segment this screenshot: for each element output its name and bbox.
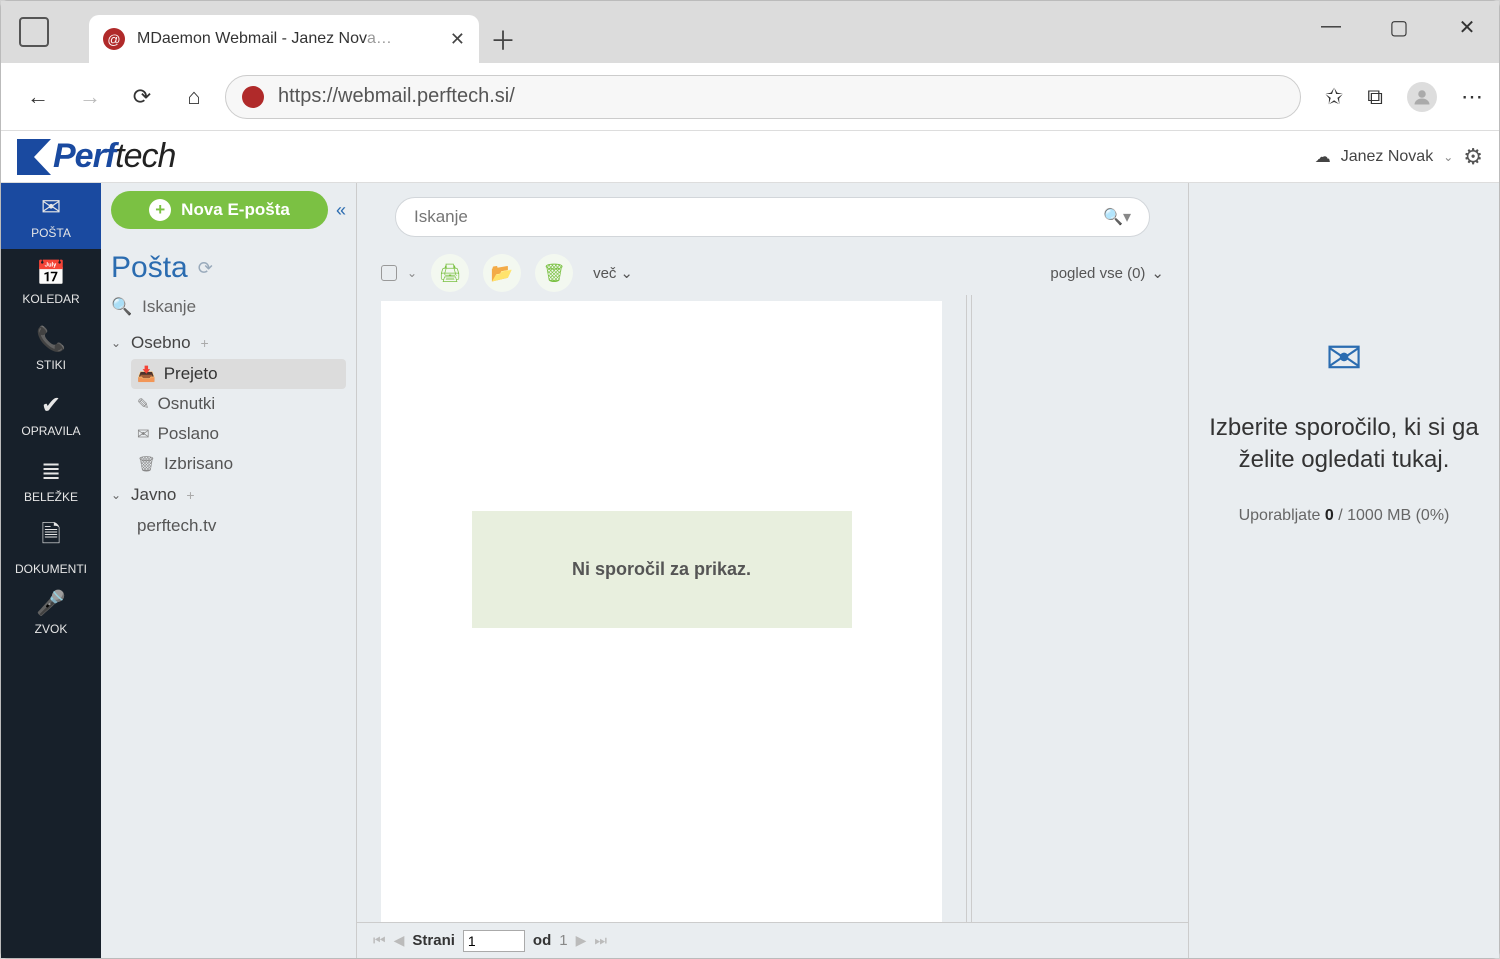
url-text: https://webmail.perftech.si/ <box>278 85 515 108</box>
folder-group-public[interactable]: ⌄ Javno + <box>111 479 346 511</box>
close-window-button[interactable]: ✕ <box>1455 15 1479 40</box>
select-all-checkbox[interactable] <box>381 265 397 281</box>
new-tab-button[interactable]: ＋ <box>479 15 527 63</box>
profile-avatar[interactable] <box>1407 82 1437 112</box>
list-toolbar: ⌄ 🖨 📂 🗑 več⌄ pogled vse (0)⌄ <box>357 251 1188 295</box>
folder-group-personal[interactable]: ⌄ Osebno + <box>111 327 346 359</box>
nav-refresh-button[interactable]: ⟳ <box>121 76 163 118</box>
refresh-icon[interactable]: ⟳ <box>198 258 213 279</box>
document-icon: 🗎 <box>41 517 60 558</box>
list-icon: ≣ <box>41 457 61 486</box>
chevron-down-icon: ⌄ <box>620 264 633 282</box>
account-chevron-icon[interactable]: ⌄ <box>1443 150 1453 164</box>
delete-button[interactable]: 🗑 <box>535 254 573 292</box>
envelope-icon: ✉ <box>41 193 61 222</box>
account-icon: ☁ <box>1315 147 1331 167</box>
search-box[interactable]: 🔍▾ <box>395 197 1150 237</box>
collections-icon[interactable]: ⧉ <box>1367 84 1383 110</box>
envelope-icon: ✉ <box>1326 333 1363 384</box>
window-controls: — ▢ ✕ <box>1319 15 1479 40</box>
rail-item-tasks[interactable]: ✔ OPRAVILA <box>1 381 101 447</box>
add-folder-icon[interactable]: + <box>201 335 209 351</box>
empty-state: Ni sporočil za prikaz. <box>472 511 852 628</box>
mic-icon: 🎤 <box>36 589 66 618</box>
print-button[interactable]: 🖨 <box>431 254 469 292</box>
compose-button[interactable]: + Nova E-pošta <box>111 191 328 229</box>
rail-item-calendar[interactable]: 📅 KOLEDAR <box>1 249 101 315</box>
more-menu-icon[interactable]: ⋯ <box>1461 84 1483 110</box>
pager-next-button[interactable]: ▶ <box>576 932 587 949</box>
select-all-chevron-icon[interactable]: ⌄ <box>407 266 417 280</box>
sent-icon: ✉ <box>137 425 150 443</box>
chevron-down-icon: ⌄ <box>1151 264 1164 282</box>
collapse-sidebar-icon[interactable]: « <box>336 200 346 221</box>
pager: ⏮ ◀ Strani od 1 ▶ ⏭ <box>357 922 1188 958</box>
url-field[interactable]: https://webmail.perftech.si/ <box>225 75 1301 119</box>
rail-item-mail[interactable]: ✉ POŠTA <box>1 183 101 249</box>
browser-urlbar: ← → ⟳ ⌂ https://webmail.perftech.si/ ✩ ⧉… <box>1 63 1499 131</box>
pager-total: 1 <box>559 932 567 949</box>
rail-item-notes[interactable]: ≣ BELEŽKE <box>1 447 101 513</box>
more-actions-dropdown[interactable]: več⌄ <box>593 264 633 282</box>
folder-inbox[interactable]: 📥 Prejeto <box>131 359 346 389</box>
trash-icon: 🗑 <box>137 455 156 473</box>
section-title: Pošta ⟳ <box>111 251 346 285</box>
search-icon: 🔍 <box>111 297 132 317</box>
pager-page-input[interactable] <box>463 930 525 952</box>
pager-label: Strani <box>412 932 455 949</box>
narrow-preview-column <box>972 295 1188 922</box>
settings-gear-icon[interactable]: ⚙ <box>1463 144 1483 170</box>
browser-titlebar: @ MDaemon Webmail - Janez Nova… ✕ ＋ — ▢ … <box>1 1 1499 63</box>
tab-favicon: @ <box>103 28 125 50</box>
phone-icon: 📞 <box>36 325 66 354</box>
rail-item-documents[interactable]: 🗎 DOKUMENTI <box>1 513 101 579</box>
pager-of: od <box>533 932 551 949</box>
nav-back-button[interactable]: ← <box>17 76 59 118</box>
tab-title: MDaemon Webmail - Janez Nova… <box>137 30 432 48</box>
message-list: Ni sporočil za prikaz. <box>381 301 942 922</box>
navigation-rail: ✉ POŠTA 📅 KOLEDAR 📞 STIKI ✔ OPRAVILA ≣ <box>1 183 101 958</box>
rail-item-contacts[interactable]: 📞 STIKI <box>1 315 101 381</box>
logo: Perftech <box>17 137 175 176</box>
calendar-icon: 📅 <box>36 259 66 288</box>
favorites-icon[interactable]: ✩ <box>1325 84 1343 110</box>
view-filter-dropdown[interactable]: pogled vse (0)⌄ <box>1050 264 1164 282</box>
minimize-button[interactable]: — <box>1319 15 1343 40</box>
tab-close-icon[interactable]: ✕ <box>450 29 465 50</box>
logo-mark <box>17 139 51 175</box>
move-folder-button[interactable]: 📂 <box>483 254 521 292</box>
url-favicon <box>242 86 264 108</box>
message-list-pane: 🔍▾ ⌄ 🖨 📂 🗑 več⌄ pogled vse (0)⌄ <box>357 183 1189 958</box>
browser-tab[interactable]: @ MDaemon Webmail - Janez Nova… ✕ <box>89 15 479 63</box>
folder-sidebar: + Nova E-pošta « Pošta ⟳ 🔍 Iskanje ⌄ <box>101 183 357 958</box>
account-name[interactable]: Janez Novak <box>1341 148 1434 166</box>
add-folder-icon[interactable]: + <box>186 487 194 503</box>
pager-last-button[interactable]: ⏭ <box>594 932 607 949</box>
reading-pane: ✉ Izberite sporočilo, ki si ga želite og… <box>1189 183 1499 958</box>
app-header: Perftech ☁ Janez Novak ⌄ ⚙ <box>1 131 1499 183</box>
window-app-icon <box>19 17 49 47</box>
nav-home-button[interactable]: ⌂ <box>173 76 215 118</box>
pager-prev-button[interactable]: ◀ <box>394 932 405 949</box>
folder-trash[interactable]: 🗑 Izbrisano <box>131 449 346 479</box>
draft-icon: ✎ <box>137 395 150 413</box>
inbox-icon: 📥 <box>137 365 156 383</box>
chevron-down-icon: ⌄ <box>111 488 123 502</box>
folder-sent[interactable]: ✉ Poslano <box>131 419 346 449</box>
search-input[interactable] <box>414 207 1103 227</box>
rail-item-audio[interactable]: 🎤 ZVOK <box>1 579 101 645</box>
pager-first-button[interactable]: ⏮ <box>373 932 386 949</box>
reading-pane-prompt: Izberite sporočilo, ki si ga želite ogle… <box>1189 412 1499 477</box>
plus-icon: + <box>149 199 171 221</box>
folder-drafts[interactable]: ✎ Osnutki <box>131 389 346 419</box>
sidebar-search[interactable]: 🔍 Iskanje <box>111 297 346 317</box>
nav-forward-button[interactable]: → <box>69 76 111 118</box>
quota-text: Uporabljate 0 / 1000 MB (0%) <box>1239 507 1450 525</box>
folder-extra[interactable]: perftech.tv <box>131 511 346 541</box>
check-icon: ✔ <box>41 391 61 420</box>
search-icon[interactable]: 🔍▾ <box>1103 207 1131 227</box>
maximize-button[interactable]: ▢ <box>1387 15 1411 40</box>
chevron-down-icon: ⌄ <box>111 336 123 350</box>
